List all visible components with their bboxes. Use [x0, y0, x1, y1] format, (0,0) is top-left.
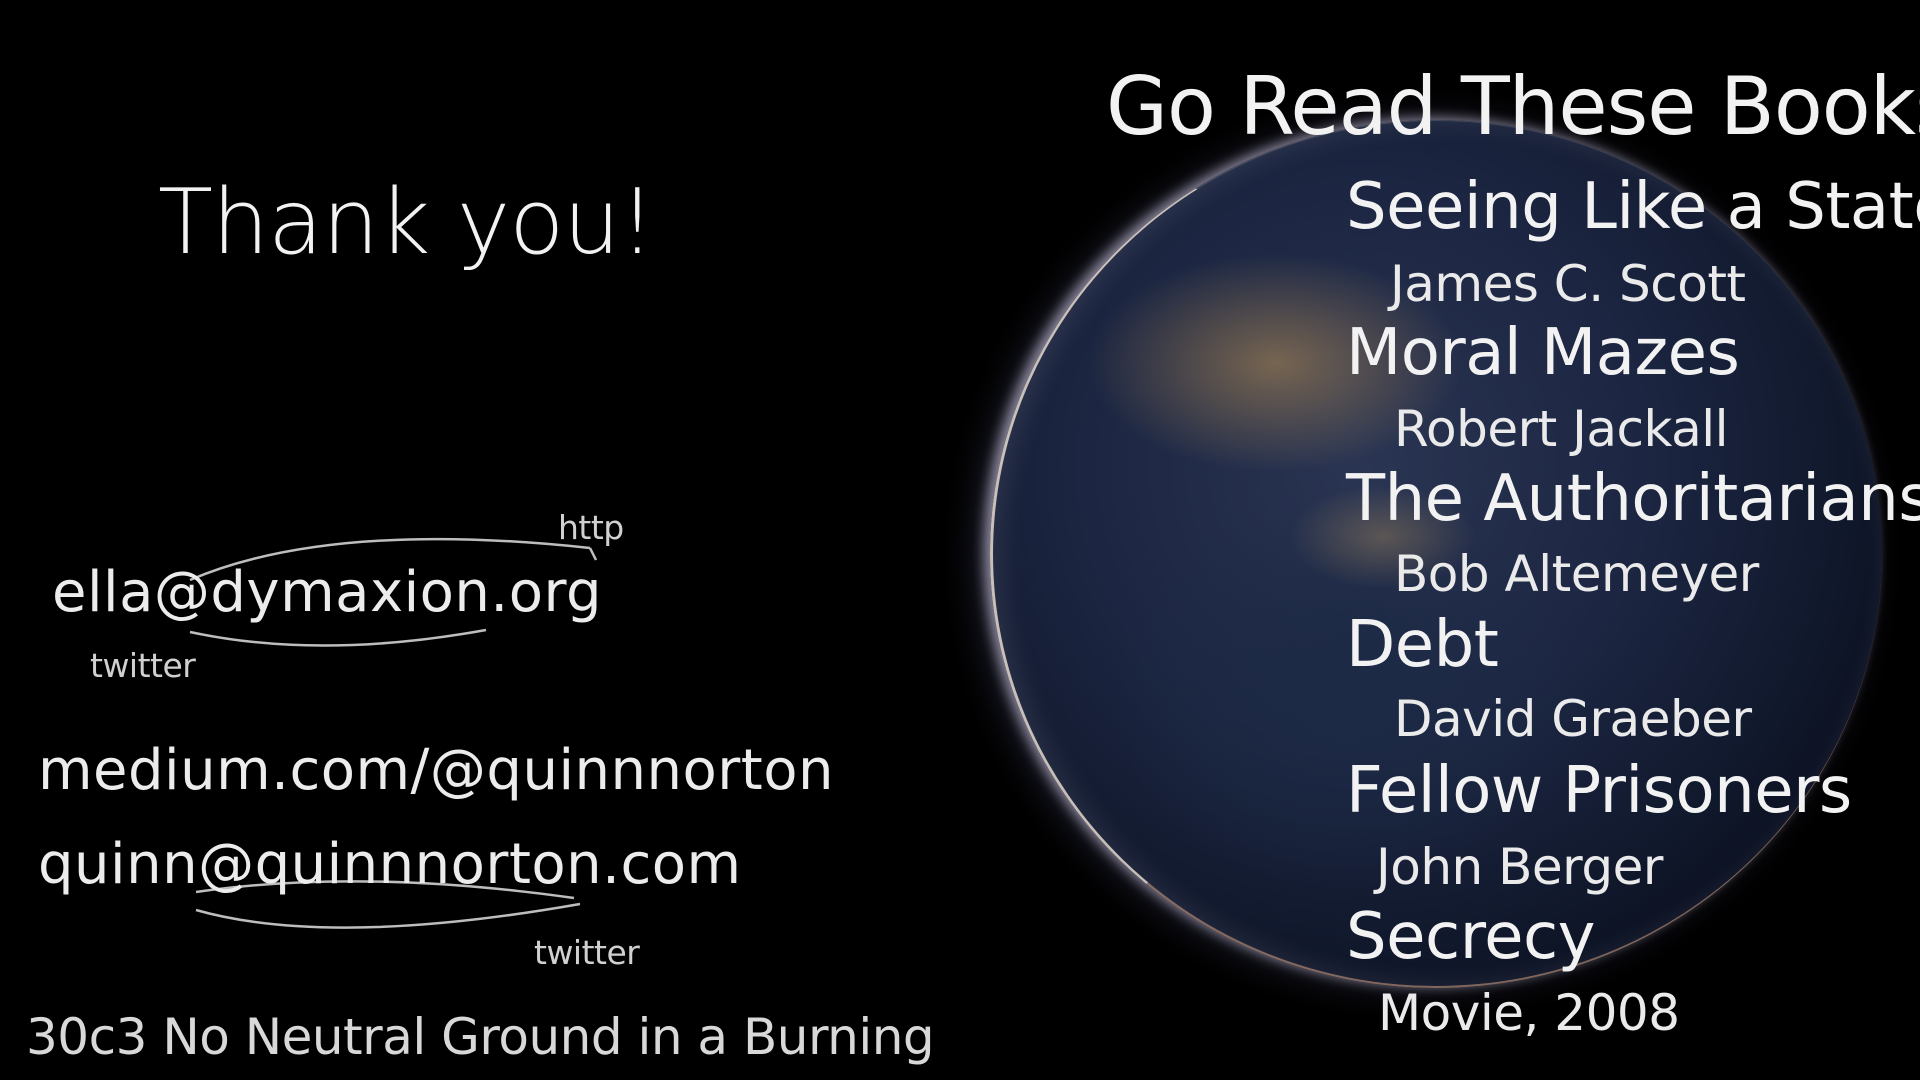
thank-you-heading: Thank you! [158, 170, 655, 275]
talk-footer: 30c3 No Neutral Ground in a Burning [26, 1008, 935, 1066]
books-heading: Go Read These Books: [1106, 60, 1920, 153]
book-title: Secrecy [1346, 900, 1596, 974]
arc-ella-tick [588, 547, 598, 561]
medium-url: medium.com/@quinnnorton [38, 738, 834, 803]
book-title: The Authoritarians [1346, 462, 1920, 536]
book-title: Moral Mazes [1346, 316, 1740, 390]
http-note: http [558, 508, 624, 547]
twitter-note-1: twitter [90, 646, 196, 685]
book-author: Bob Altemeyer [1394, 545, 1759, 603]
book-title: Fellow Prisoners [1346, 754, 1852, 828]
email-quinn: quinn@quinnnorton.com [38, 832, 742, 897]
twitter-note-2: twitter [534, 933, 640, 972]
book-author: Robert Jackall [1394, 400, 1729, 458]
book-author: James C. Scott [1390, 255, 1746, 313]
arc-quinn-bottom [195, 902, 581, 929]
book-title: Seeing Like a State [1346, 170, 1920, 244]
email-ella: ella@dymaxion.org [52, 560, 603, 625]
book-author: David Graeber [1394, 690, 1752, 748]
arc-ella-bottom [189, 628, 487, 647]
book-author: Movie, 2008 [1378, 984, 1680, 1042]
book-title: Debt [1346, 608, 1499, 682]
book-author: John Berger [1376, 838, 1663, 896]
